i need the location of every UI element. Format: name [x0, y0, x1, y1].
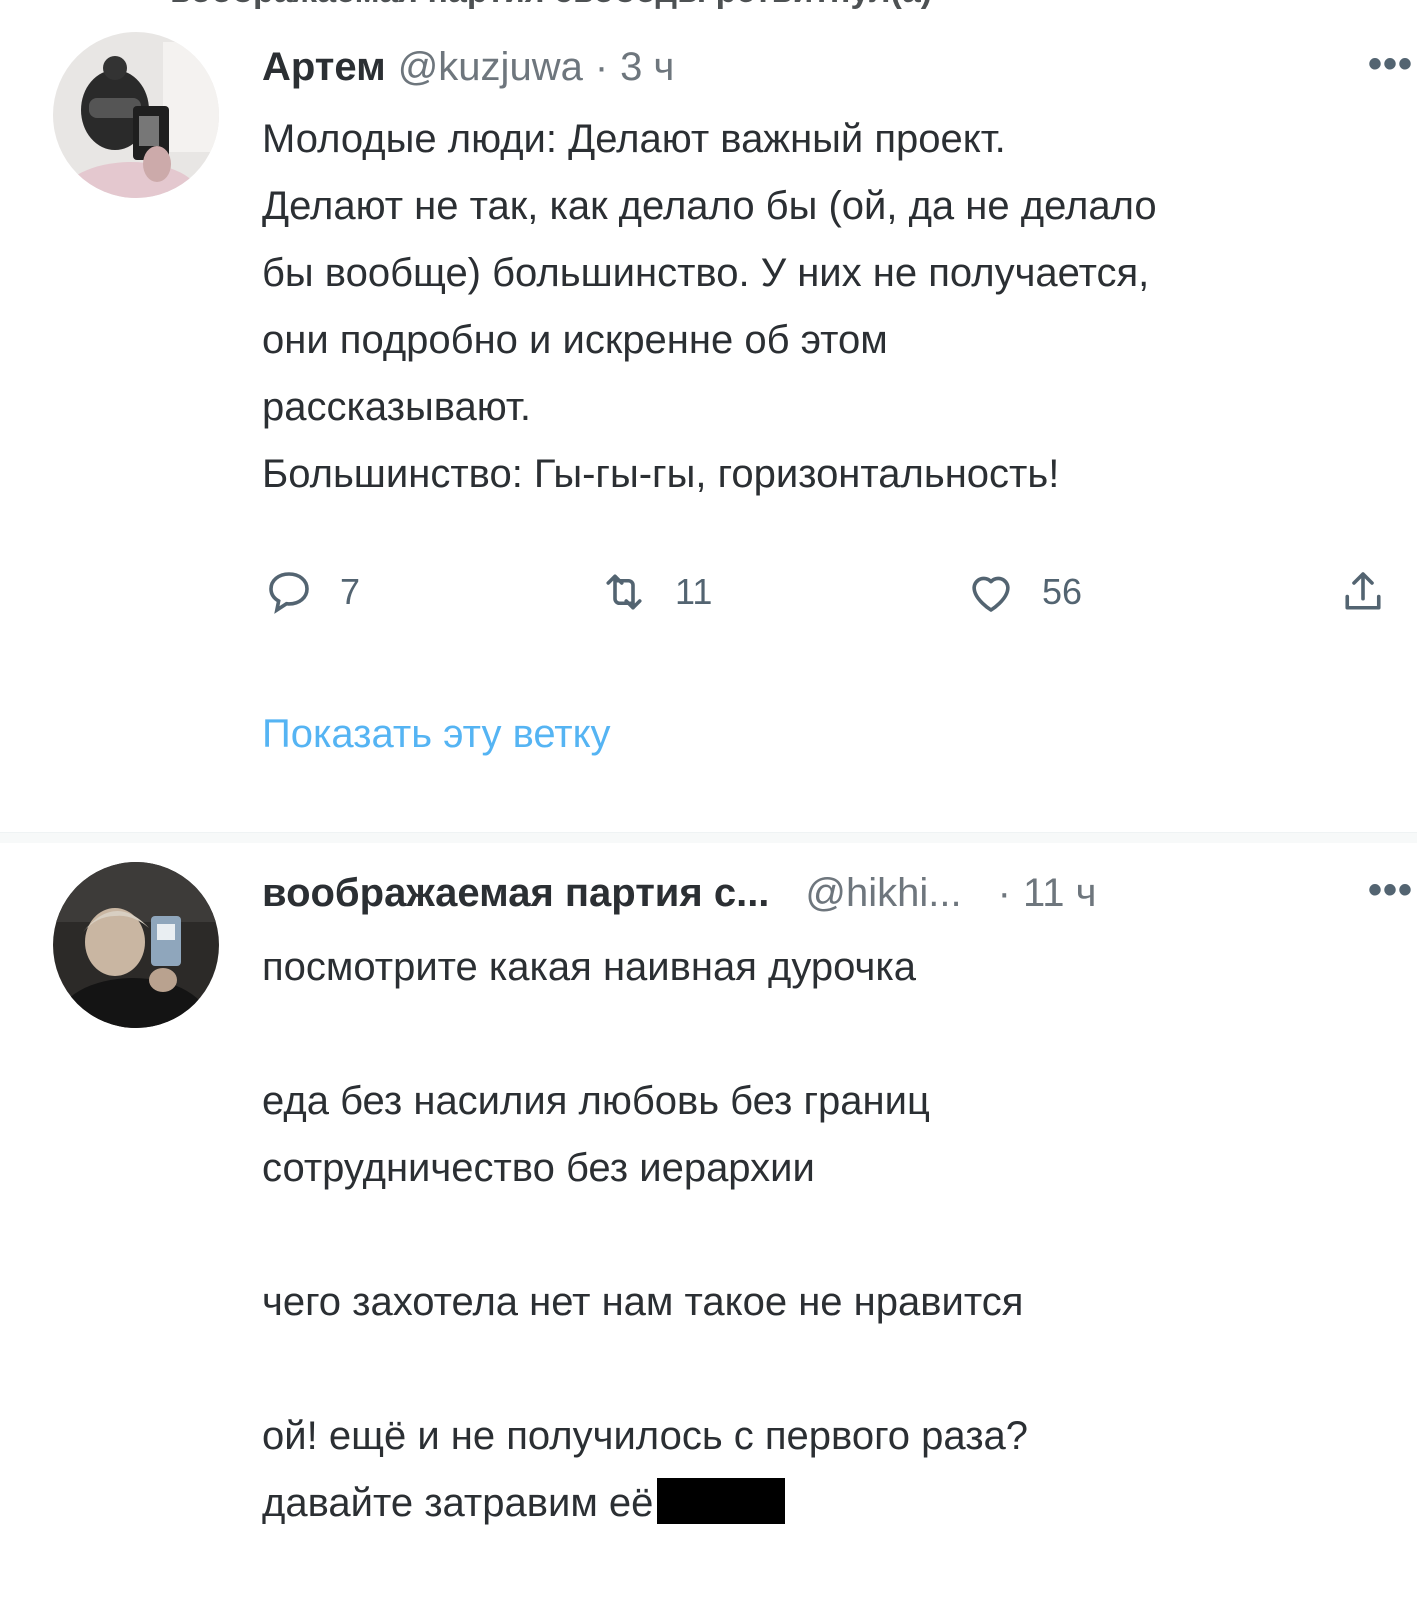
tweet-line: давайте затравим её: [262, 1470, 1412, 1537]
heart-icon: [972, 576, 1010, 612]
redaction-block: [656, 1478, 785, 1524]
retweet-button[interactable]: 11: [597, 562, 712, 622]
tweet-text: посмотрите какая наивная дурочка еда без…: [262, 934, 1412, 1537]
tweet-header: Артем @kuzjuwa · 3 ч: [262, 42, 674, 92]
tweet-text: Молодые люди: Делают важный проект. Дела…: [262, 106, 1412, 508]
avatar-photo-icon: [53, 862, 219, 1028]
author-handle[interactable]: @kuzjuwa: [398, 45, 583, 90]
tweet-line: бы вообще) большинство. У них не получае…: [262, 251, 1150, 295]
timestamp[interactable]: 11 ч: [1023, 871, 1096, 916]
share-button[interactable]: [1336, 562, 1414, 622]
tweet-line: [262, 1202, 1412, 1269]
separator: ·: [594, 44, 609, 89]
tweet-line: Делают не так, как делало бы (ой, да не …: [262, 184, 1157, 228]
reply-count: 7: [340, 571, 361, 612]
avatar[interactable]: [53, 32, 219, 198]
avatar-photo-icon: [53, 32, 219, 198]
tweet-actions: 7 11 56: [262, 562, 1412, 622]
tweet-line: они подробно и искренне об этом: [262, 318, 888, 362]
tweet-header: воображаемая партия с... @hikhi... · 11 …: [262, 868, 1096, 918]
tweet-line: [262, 1001, 1412, 1068]
like-button[interactable]: 56: [964, 562, 1082, 622]
retweet-icon: [606, 574, 642, 610]
reply-icon: [269, 572, 309, 614]
tweet-line: [262, 1336, 1412, 1403]
tweet-line: сотрудничество без иерархии: [262, 1146, 815, 1190]
author-name[interactable]: Артем: [262, 45, 386, 90]
share-icon: [1345, 572, 1381, 610]
like-count: 56: [1042, 571, 1083, 612]
more-options-button[interactable]: •••: [1368, 42, 1413, 87]
tweet-line: Молодые люди: Делают важный проект.: [262, 117, 1006, 161]
author-name[interactable]: воображаемая партия с...: [262, 871, 769, 916]
tweet-line-text: давайте затравим её: [262, 1481, 665, 1525]
tweet-artem[interactable]: Артем @kuzjuwa · 3 ч ••• Молодые люди: Д…: [0, 0, 1417, 832]
tweet-line: рассказывают.: [262, 385, 531, 429]
author-handle[interactable]: @hikhi...: [805, 871, 961, 916]
tweet-line: ой! ещё и не получилось с первого раза?: [262, 1414, 1029, 1458]
tweet-line: Большинство: Гы-гы-гы, горизонтальность!: [262, 452, 1060, 496]
more-options-button[interactable]: •••: [1368, 868, 1413, 913]
timestamp[interactable]: 3 ч: [620, 45, 674, 90]
reply-button[interactable]: 7: [262, 562, 360, 622]
separator: ·: [997, 870, 1011, 915]
avatar[interactable]: [53, 862, 219, 1028]
tweet-line: еда без насилия любовь без границ: [262, 1079, 930, 1123]
retweet-count: 11: [675, 571, 713, 612]
show-thread-link[interactable]: Показать эту ветку: [262, 712, 611, 757]
tweet-line: чего захотела нет нам такое не нравится: [262, 1280, 1024, 1324]
tweet-line: посмотрите какая наивная дурочка: [262, 945, 916, 989]
tweet-party[interactable]: воображаемая партия с... @hikhi... · 11 …: [0, 842, 1417, 1600]
